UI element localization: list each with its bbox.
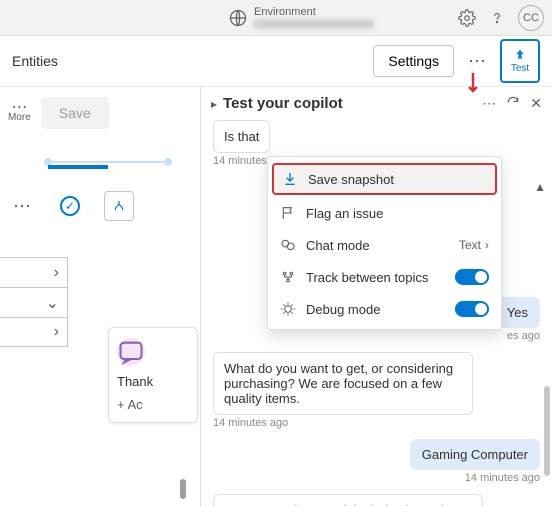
refresh-icon[interactable] [506,95,520,112]
check-icon: ✓ [60,196,80,216]
avatar[interactable]: CC [518,5,544,31]
topics-icon [280,269,296,285]
chevron-right-icon: › [54,323,59,341]
main-area: ⋯ More Save ⋯ ✓ › ⌄ › [0,87,552,506]
branch-icon [112,199,126,213]
menu-chat-mode[interactable]: Chat mode Text › [268,229,501,261]
panel-header: ▸ Test your copilot ⋯ ✕ [201,87,552,120]
caret-right-icon[interactable]: ▸ [211,97,217,111]
save-button[interactable]: Save [41,97,109,129]
avatar-initials: CC [523,12,539,24]
chevron-right-icon: › [485,238,489,252]
test-button-label: Test [511,63,529,74]
chat-body: Is that 14 minutes ago Save snapshot Fla… [201,120,552,506]
node-overflow[interactable]: ⋯ [8,192,36,220]
chat-scrollbar-thumb[interactable] [544,386,550,476]
menu-label: Debug mode [306,302,380,317]
test-button[interactable]: Test [500,39,540,83]
timestamp: es ago [213,330,540,342]
more-label: More [8,112,31,123]
bot-message: Go get 'em tiger! Sudoku helps keep the … [213,494,483,506]
menu-label: Chat mode [306,238,370,253]
canvas: ⋯ ✓ › ⌄ › Thank + Ac [8,147,192,487]
overflow-button[interactable]: ⋯ [464,52,490,70]
panel-overflow-menu: Save snapshot Flag an issue Chat mode Te… [267,156,502,330]
bug-icon [280,301,296,317]
canvas-scrollbar-thumb[interactable] [180,479,186,499]
bot-message: Is that [213,120,270,153]
close-icon[interactable]: ✕ [530,95,542,112]
gear-icon[interactable] [458,9,476,27]
menu-label: Save snapshot [308,172,394,187]
stack-item[interactable]: › [0,317,68,347]
panel-overflow-button[interactable]: ⋯ [482,95,496,112]
menu-flag-issue[interactable]: Flag an issue [268,197,501,229]
timestamp: 14 minutes ago [213,417,540,429]
menu-value: Text › [459,238,489,252]
environment-label: Environment [254,6,374,18]
user-reply[interactable]: Gaming Computer [410,439,540,470]
annotation-arrow [466,71,480,103]
canvas-highlight [48,165,108,169]
scroll-up-icon[interactable]: ▲ [534,180,546,194]
more-button[interactable]: ⋯ More [8,103,31,124]
panel-title: Test your copilot [223,95,476,112]
chevron-right-icon: › [54,264,59,282]
menu-debug-mode[interactable]: Debug mode [268,293,501,325]
ellipsis-icon: ⋯ [11,103,27,113]
help-icon[interactable] [488,9,506,27]
toggle-track-topics[interactable] [455,269,489,285]
stack-item[interactable]: ⌄ [0,287,68,317]
authoring-canvas: ⋯ More Save ⋯ ✓ › ⌄ › [0,87,200,506]
flag-icon [280,205,296,221]
stack-group: › ⌄ › [0,257,68,347]
card-add-label[interactable]: + Ac [117,397,189,412]
menu-label: Flag an issue [306,206,383,221]
menu-track-topics[interactable]: Track between topics [268,261,501,293]
environment-block: Environment [254,6,374,29]
branch-node[interactable] [104,191,134,221]
message-node-card[interactable]: Thank + Ac [108,327,198,423]
environment-icon [228,8,248,28]
top-bar: Environment CC [0,0,552,36]
ellipsis-icon: ⋯ [13,196,31,217]
node-check[interactable]: ✓ [56,192,84,220]
card-title: Thank [117,374,189,389]
pin-icon [513,48,527,62]
chat-icon [280,237,296,253]
settings-button[interactable]: Settings [373,45,454,77]
message-icon [117,338,145,366]
timestamp: 14 minutes ago [213,472,540,484]
test-panel: ▸ Test your copilot ⋯ ✕ Is that 14 minut… [200,87,552,506]
menu-label: Track between topics [306,270,428,285]
bot-message: What do you want to get, or considering … [213,352,473,415]
menu-save-snapshot[interactable]: Save snapshot [272,163,497,195]
page-title: Entities [12,53,58,69]
download-icon [282,171,298,187]
toggle-debug-mode[interactable] [455,301,489,317]
environment-name-blurred [254,19,374,29]
canvas-connector [48,161,168,163]
stack-item[interactable]: › [0,257,68,287]
chevron-down-icon: ⌄ [46,293,59,313]
